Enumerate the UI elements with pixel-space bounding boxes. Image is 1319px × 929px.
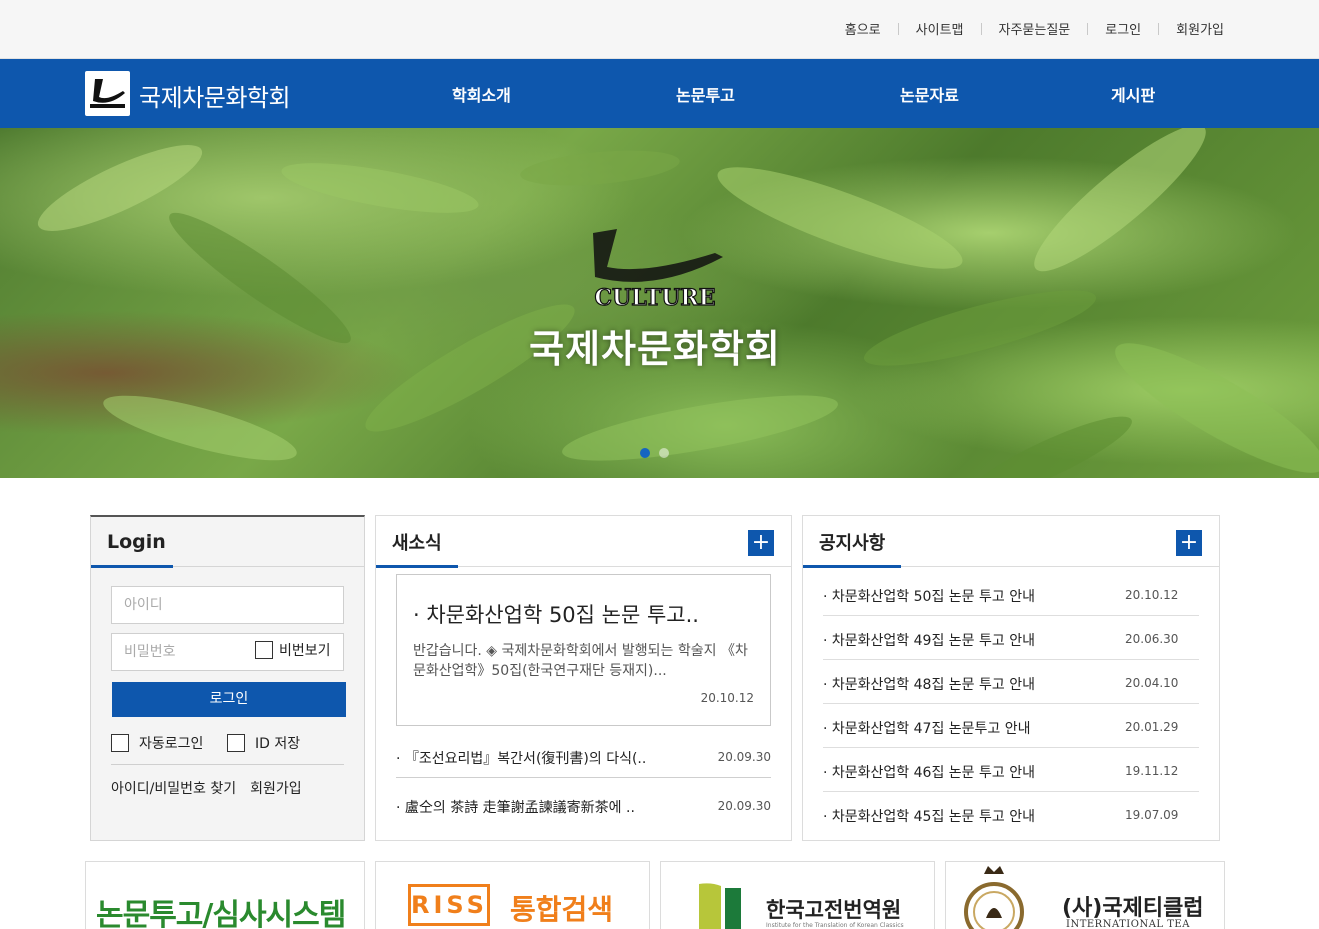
tea-club-text: (사)국제티클럽 xyxy=(1062,896,1204,921)
separator xyxy=(1158,22,1160,35)
featured-news[interactable]: · 차문화산업학 50집 논문 투고.. 반갑습니다. ◈ 국제차문화학회에서 … xyxy=(396,574,771,726)
nav-submission[interactable]: 논문투고 xyxy=(676,82,735,106)
login-title: Login xyxy=(107,531,166,553)
notice-item[interactable]: · 차문화산업학 50집 논문 투고 안내 20.10.12 xyxy=(823,572,1199,616)
news-item[interactable]: · 『조선요리법』복간서(復刊書)의 다식(.. 20.09.30 xyxy=(396,734,771,778)
notice-item[interactable]: · 차문화산업학 46집 논문 투고 안내 19.11.12 xyxy=(823,748,1199,792)
home-link[interactable]: 홈으로 xyxy=(845,19,881,38)
save-id-label: ID 저장 xyxy=(255,736,301,752)
save-id-checkbox[interactable] xyxy=(227,734,245,752)
notice-item[interactable]: · 차문화산업학 47집 논문투고 안내 20.01.29 xyxy=(823,704,1199,748)
site-title[interactable]: 국제차문화학회 xyxy=(139,78,291,113)
banner-korean-classics[interactable]: 한국고전번역원 Institute for the Translation of… xyxy=(660,861,935,929)
notice-item-date: 19.07.09 xyxy=(1125,808,1179,822)
save-id-option[interactable]: ID 저장 xyxy=(227,733,300,753)
site-logo[interactable] xyxy=(85,71,130,116)
culture-logo-icon xyxy=(90,79,125,108)
show-password-toggle[interactable]: 비번보기 xyxy=(255,640,331,660)
notice-item-title: · 차문화산업학 48집 논문 투고 안내 xyxy=(823,677,1035,693)
show-password-label: 비번보기 xyxy=(279,643,331,659)
login-title-underline xyxy=(91,565,173,568)
notice-item-date: 20.10.12 xyxy=(1125,588,1179,602)
korean-classics-text: 한국고전번역원 xyxy=(766,898,902,922)
notice-title: 공지사항 xyxy=(819,533,886,554)
separator xyxy=(897,22,899,35)
hero-logo: CULTURE 국제차문화학회 xyxy=(515,223,795,383)
notice-item[interactable]: · 차문화산업학 48집 논문 투고 안내 20.04.10 xyxy=(823,660,1199,704)
news-item-title: · 『조선요리법』복간서(復刊書)의 다식(.. xyxy=(396,751,647,767)
separator xyxy=(980,22,982,35)
riss-logo: RISS xyxy=(408,884,490,926)
nav-board[interactable]: 게시판 xyxy=(1111,82,1155,106)
news-box: 새소식 + · 차문화산업학 50집 논문 투고.. 반갑습니다. ◈ 국제차문… xyxy=(375,515,792,841)
auto-login-label: 자동로그인 xyxy=(139,736,204,752)
news-title: 새소식 xyxy=(392,533,442,554)
notice-title-underline xyxy=(803,565,901,568)
login-button[interactable]: 로그인 xyxy=(112,682,346,717)
notice-item-date: 20.04.10 xyxy=(1125,676,1179,690)
login-panel: Login 아이디 비밀번호 비번보기 로그인 자동로그인 ID 저장 아이디/… xyxy=(90,515,365,841)
separator xyxy=(1087,22,1089,35)
culture-emblem-icon: CULTURE xyxy=(593,229,723,312)
notice-item-date: 20.01.29 xyxy=(1125,720,1179,734)
notice-item-title: · 차문화산업학 47집 논문투고 안내 xyxy=(823,721,1031,737)
banner-tea-club[interactable]: (사)국제티클럽 INTERNATIONAL TEA CLUB xyxy=(945,861,1225,929)
notice-item[interactable]: · 차문화산업학 49집 논문 투고 안내 20.06.30 xyxy=(823,616,1199,660)
news-header: 새소식 + xyxy=(376,516,791,568)
review-system-text: 논문투고/심사시스템 xyxy=(96,898,346,929)
nav-about[interactable]: 학회소개 xyxy=(452,82,511,106)
auto-login-option[interactable]: 자동로그인 xyxy=(111,733,203,753)
news-item-date: 20.09.30 xyxy=(717,750,771,764)
news-item-date: 20.09.30 xyxy=(717,799,771,813)
id-input[interactable]: 아이디 xyxy=(111,586,344,624)
featured-news-excerpt: 반갑습니다. ◈ 국제차문화학회에서 발행되는 학술지 《차문화산업학》50집(… xyxy=(413,643,748,679)
faq-link[interactable]: 자주묻는질문 xyxy=(999,19,1071,38)
news-more-button[interactable]: + xyxy=(748,530,774,556)
join-link[interactable]: 회원가입 xyxy=(1176,19,1224,38)
notice-item-date: 19.11.12 xyxy=(1125,764,1179,778)
slide-dot-1[interactable] xyxy=(640,448,650,458)
korean-classics-subtext: Institute for the Translation of Korean … xyxy=(766,922,904,929)
featured-news-title: · 차문화산업학 50집 논문 투고.. xyxy=(413,603,699,627)
notice-item-title: · 차문화산업학 50집 논문 투고 안내 xyxy=(823,589,1035,605)
featured-news-date: 20.10.12 xyxy=(700,691,754,705)
divider xyxy=(111,764,344,765)
notice-header: 공지사항 + xyxy=(803,516,1219,568)
tea-club-subtext: INTERNATIONAL TEA CLUB xyxy=(1066,919,1190,929)
find-account-link[interactable]: 아이디/비밀번호 찾기 xyxy=(111,778,236,798)
hero-slider[interactable]: CULTURE 국제차문화학회 xyxy=(0,128,1319,478)
notice-box: 공지사항 + · 차문화산업학 50집 논문 투고 안내 20.10.12 · … xyxy=(802,515,1220,841)
news-item[interactable]: · 盧仝의 茶詩 走筆謝孟諫議寄新茶에 .. 20.09.30 xyxy=(396,783,771,827)
news-title-underline xyxy=(376,565,458,568)
show-password-checkbox[interactable] xyxy=(255,641,273,659)
korean-classics-logo-icon xyxy=(699,883,741,929)
riss-text: 통합검색 xyxy=(510,893,614,926)
utility-links: 홈으로 사이트맵 자주묻는질문 로그인 회원가입 xyxy=(845,19,1224,38)
login-links: 아이디/비밀번호 찾기 회원가입 xyxy=(111,778,302,798)
notice-item[interactable]: · 차문화산업학 45집 논문 투고 안내 19.07.09 xyxy=(823,792,1199,836)
auto-login-checkbox[interactable] xyxy=(111,734,129,752)
slider-dots xyxy=(640,448,669,458)
login-header: Login xyxy=(91,517,364,568)
banner-review-system[interactable]: 논문투고/심사시스템 xyxy=(85,861,365,929)
notice-item-title: · 차문화산업학 45집 논문 투고 안내 xyxy=(823,809,1035,825)
main-nav: 국제차문화학회 학회소개 논문투고 논문자료 게시판 xyxy=(0,59,1319,128)
utility-bar: 홈으로 사이트맵 자주묻는질문 로그인 회원가입 xyxy=(0,0,1319,59)
nav-papers[interactable]: 논문자료 xyxy=(900,82,959,106)
notice-item-title: · 차문화산업학 49집 논문 투고 안내 xyxy=(823,633,1035,649)
news-item-title: · 盧仝의 茶詩 走筆謝孟諫議寄新茶에 .. xyxy=(396,800,635,816)
login-link[interactable]: 로그인 xyxy=(1105,19,1141,38)
banner-riss[interactable]: RISS 통합검색 xyxy=(375,861,650,929)
hero-logo-text: CULTURE xyxy=(595,285,716,311)
tea-club-emblem-icon xyxy=(964,866,1024,929)
hero-title: 국제차문화학회 xyxy=(529,326,781,371)
notice-more-button[interactable]: + xyxy=(1176,530,1202,556)
signup-link[interactable]: 회원가입 xyxy=(250,778,302,798)
sitemap-link[interactable]: 사이트맵 xyxy=(916,19,964,38)
notice-item-date: 20.06.30 xyxy=(1125,632,1179,646)
slide-dot-2[interactable] xyxy=(659,448,669,458)
notice-item-title: · 차문화산업학 46집 논문 투고 안내 xyxy=(823,765,1035,781)
